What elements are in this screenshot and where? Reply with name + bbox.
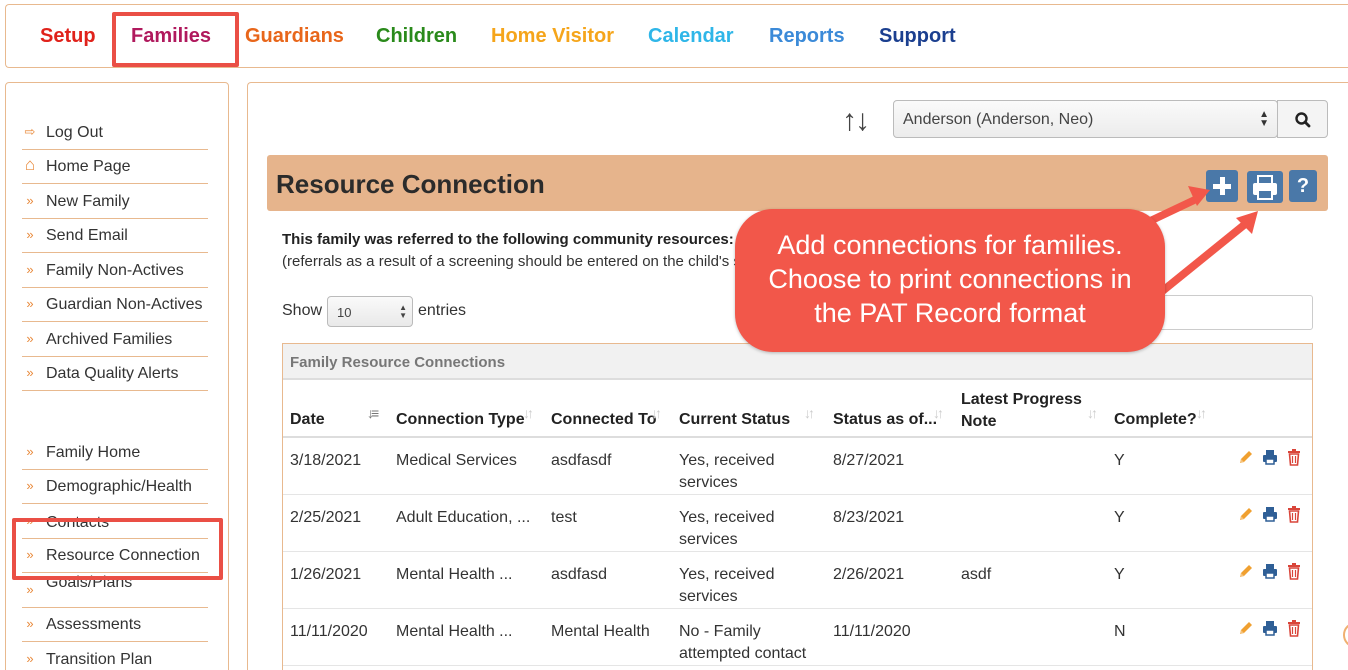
annotation-callout: Add connections for families. Choose to … <box>735 209 1165 352</box>
callout-line: Add connections for families. <box>777 230 1123 260</box>
callout-line: Choose to print connections in <box>768 264 1132 294</box>
callout-line: the PAT Record format <box>814 298 1086 328</box>
